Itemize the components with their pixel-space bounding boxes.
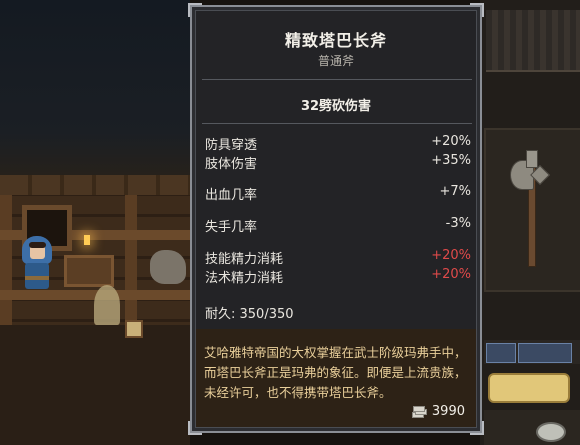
stat-label: 失手几率 [205,220,258,235]
axe-tip [526,150,538,168]
scene-item-marker[interactable] [125,320,143,338]
stat-value: +35% [431,153,471,168]
stat-row: 肢体伤害 +35% [205,153,471,172]
shelf [64,255,114,287]
ring-item-icon[interactable] [536,422,566,442]
stat-label: 防具穿透 [205,138,258,153]
scroll-item-icon[interactable] [488,373,570,403]
stat-label: 法术精力消耗 [205,271,284,286]
item-description: 艾哈雅特帝国的大权掌握在武士阶级玛弗手中，而塔巴长斧正是玛弗的象征。即便是上流贵… [204,345,467,400]
item-name: 精致塔巴长斧 [284,31,387,50]
stat-label: 肢体伤害 [205,157,258,172]
stat-value: +7% [439,184,471,199]
stat-row: 出血几率 +7% [205,184,471,203]
stat-row: 防具穿透 +20% [205,134,471,153]
item-tooltip: 精致塔巴长斧 普通斧 32劈砍伤害 防具穿透 +20% 肢体伤害 +35% 出血… [188,3,484,435]
stat-row: 技能精力消耗 +20% [205,248,471,267]
player-character[interactable] [22,236,52,292]
item-type: 普通斧 [317,54,354,68]
stat-row: 失手几率 -3% [205,216,471,235]
stat-label: 出血几率 [205,188,258,203]
price-value: 3990 [431,404,465,419]
sort-icon[interactable] [518,343,572,363]
stat-value: +20% [431,134,471,149]
swap-icon[interactable] [486,343,516,363]
inventory-slot-row [484,410,580,445]
lamp-icon [84,235,90,245]
frame-corner [188,3,202,17]
stat-label: 技能精力消耗 [205,252,284,267]
hay-bundle [94,285,120,325]
floor [0,325,190,445]
stat-value: +20% [431,248,471,263]
night-sky [0,0,190,190]
divider [202,79,472,80]
stat-value: +20% [431,267,471,282]
stat-value: -3% [445,216,471,231]
item-price: 3990 [411,404,465,419]
frame-corner [470,3,484,17]
divider [202,123,472,124]
coins-icon [411,406,427,418]
rock-pile [150,250,186,284]
item-damage: 32劈砍伤害 [300,99,372,114]
durability: 耐久: 350/350 [205,307,294,322]
inventory-header-art [486,10,580,72]
stat-row: 法术精力消耗 +20% [205,267,471,286]
